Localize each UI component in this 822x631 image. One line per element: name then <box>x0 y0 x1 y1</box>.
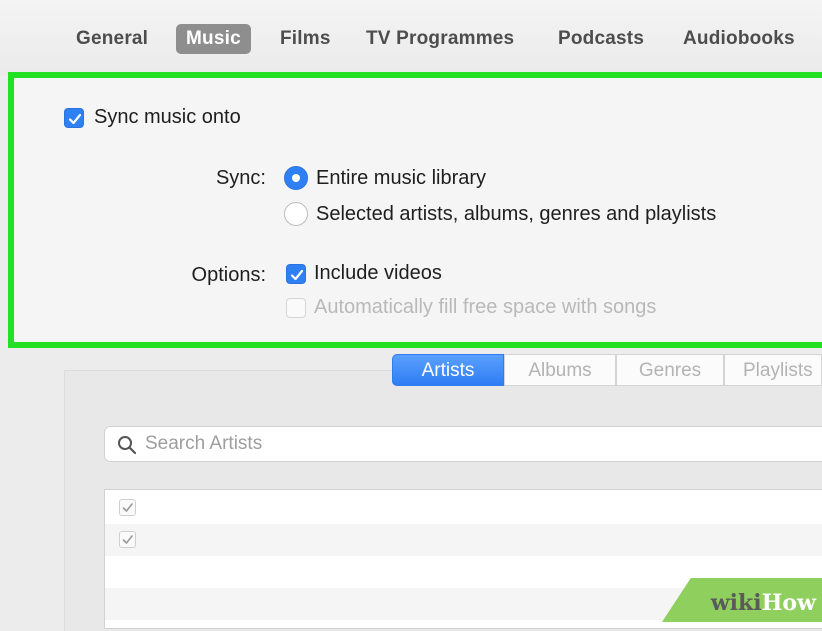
sync-music-label: Sync music onto <box>94 106 241 128</box>
row-checkbox[interactable] <box>119 499 136 516</box>
checkmark-icon <box>290 269 304 281</box>
list-item[interactable] <box>105 492 822 524</box>
checkmark-icon <box>122 503 133 512</box>
row-checkbox[interactable] <box>119 531 136 548</box>
tab-podcasts[interactable]: Podcasts <box>558 24 644 54</box>
radio-entire-library[interactable] <box>284 166 308 190</box>
sync-label: Sync: <box>215 167 266 189</box>
tab-films[interactable]: Films <box>280 24 331 54</box>
search-placeholder: Search Artists <box>145 433 263 454</box>
tab-general[interactable]: General <box>76 24 148 54</box>
options-label: Options: <box>191 264 266 286</box>
list-item[interactable] <box>105 524 822 556</box>
include-videos-label: Include videos <box>314 262 442 284</box>
tab-music[interactable]: Music <box>176 24 251 54</box>
search-artists-field[interactable]: Search Artists <box>104 426 822 462</box>
segment-albums[interactable]: Albums <box>504 354 616 386</box>
search-icon <box>118 436 137 455</box>
radio-entire-library-label[interactable]: Entire music library <box>316 167 486 190</box>
watermark-how: How <box>761 590 816 616</box>
auto-fill-label: Automatically fill free space with songs <box>314 296 657 318</box>
preferences-tab-bar: General Music Films TV Programmes Podcas… <box>0 0 822 76</box>
segment-playlists[interactable]: Playlists <box>724 354 822 386</box>
radio-selected-items[interactable] <box>284 202 308 226</box>
checkmark-icon <box>122 535 133 544</box>
tab-audiobooks[interactable]: Audiobooks <box>683 24 795 54</box>
radio-selected-items-label[interactable]: Selected artists, albums, genres and pla… <box>316 203 716 226</box>
tab-tv-programmes[interactable]: TV Programmes <box>366 24 514 54</box>
segment-genres[interactable]: Genres <box>616 354 724 386</box>
watermark-wiki: wiki <box>710 590 762 616</box>
include-videos-checkbox[interactable] <box>286 264 306 284</box>
wikihow-logo: wikiHow <box>711 590 816 616</box>
sync-music-checkbox[interactable] <box>64 108 84 128</box>
segment-artists[interactable]: Artists <box>392 354 504 386</box>
checkmark-icon <box>68 113 82 125</box>
auto-fill-checkbox <box>286 298 306 318</box>
